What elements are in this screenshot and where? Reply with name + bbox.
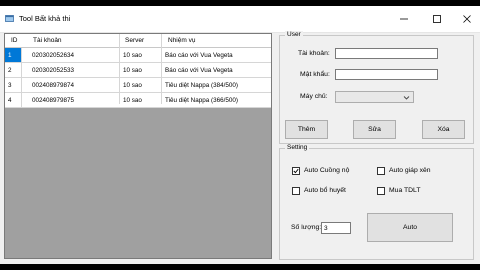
mua-tdlt-checkbox[interactable] xyxy=(377,187,385,195)
auto-bo-huyet-checkbox[interactable] xyxy=(292,187,300,195)
column-divider xyxy=(161,34,162,104)
table-row[interactable]: 3 002408979874 10 sao Tiêu diệt Nappa (3… xyxy=(5,78,271,93)
row-header[interactable]: 1 xyxy=(5,48,22,62)
checkmark-icon xyxy=(293,168,299,174)
auto-button[interactable]: Auto xyxy=(367,213,453,242)
table-row[interactable]: 4 002408979875 10 sao Tiêu diệt Nappa (3… xyxy=(5,93,271,108)
mua-tdlt-label[interactable]: Mua TDLT xyxy=(389,187,420,194)
password-label: Mật khẩu: xyxy=(300,71,330,78)
edit-button[interactable]: Sửa xyxy=(353,120,396,139)
column-header-account[interactable]: Tài khoản xyxy=(33,37,62,44)
cell-task: Tiêu diệt Nappa (366/500) xyxy=(165,97,238,104)
grid-header: ID Tài khoản Server Nhiệm vụ xyxy=(5,34,271,48)
delete-button[interactable]: Xóa xyxy=(422,120,465,139)
column-header-id[interactable]: ID xyxy=(11,37,18,44)
cell-id: 2 xyxy=(8,67,12,74)
cell-task: Tiêu diệt Nappa (384/500) xyxy=(165,82,238,89)
window-title: Tool Bất khả thi xyxy=(19,14,71,23)
cell-id: 3 xyxy=(8,82,12,89)
app-window: Tool Bất khả thi ID Tài khoản Server Nhi… xyxy=(0,6,480,264)
cell-server: 10 sao xyxy=(123,67,142,74)
quantity-label: Số lượng: xyxy=(291,224,322,231)
setting-group-title: Setting xyxy=(285,144,310,151)
maximize-button[interactable] xyxy=(422,6,452,32)
title-bar[interactable]: Tool Bất khả thi xyxy=(0,6,480,33)
column-header-task[interactable]: Nhiệm vụ xyxy=(168,37,195,44)
row-header[interactable]: 3 xyxy=(5,78,22,92)
cell-account: 020302052634 xyxy=(32,52,75,59)
accounts-grid[interactable]: ID Tài khoản Server Nhiệm vụ 1 020302052… xyxy=(4,33,272,259)
auto-bo-huyet-label[interactable]: Auto bổ huyết xyxy=(304,187,346,194)
cell-server: 10 sao xyxy=(123,82,142,89)
add-button-label: Thêm xyxy=(297,126,316,133)
auto-cuong-no-label[interactable]: Auto Cuồng nộ xyxy=(304,167,349,174)
close-icon xyxy=(463,15,471,23)
delete-button-label: Xóa xyxy=(437,126,450,133)
row-header[interactable]: 4 xyxy=(5,93,22,107)
column-header-server[interactable]: Server xyxy=(125,37,144,44)
cell-task: Báo cáo với Vua Vegeta xyxy=(165,52,233,59)
column-divider xyxy=(119,34,120,104)
edit-button-label: Sửa xyxy=(368,126,381,133)
cell-account: 020302052533 xyxy=(32,67,75,74)
auto-button-label: Auto xyxy=(403,224,417,231)
password-input[interactable] xyxy=(335,69,438,80)
table-row[interactable]: 2 020302052533 10 sao Báo cáo với Vua Ve… xyxy=(5,63,271,78)
quantity-input[interactable] xyxy=(321,222,351,234)
setting-group: Setting Auto Cuồng nộ Auto giáp xên Auto… xyxy=(279,144,474,260)
cell-account: 002408979874 xyxy=(32,82,75,89)
account-input[interactable] xyxy=(335,48,438,59)
cell-id: 1 xyxy=(8,52,12,59)
server-select[interactable] xyxy=(335,91,414,103)
auto-giap-xen-label[interactable]: Auto giáp xên xyxy=(389,167,431,174)
close-button[interactable] xyxy=(452,6,480,32)
table-row[interactable]: 1 020302052634 10 sao Báo cáo với Vua Ve… xyxy=(5,48,271,63)
server-label: Máy chủ: xyxy=(300,93,328,100)
cell-task: Báo cáo với Vua Vegeta xyxy=(165,67,233,74)
cell-server: 10 sao xyxy=(123,97,142,104)
minimize-icon xyxy=(400,18,408,20)
add-button[interactable]: Thêm xyxy=(285,120,328,139)
cell-id: 4 xyxy=(8,97,12,104)
app-icon xyxy=(5,15,14,22)
user-group: User Tài khoản: Mật khẩu: Máy chủ: Thêm … xyxy=(279,31,474,144)
cell-server: 10 sao xyxy=(123,52,142,59)
row-header[interactable]: 2 xyxy=(5,63,22,77)
minimize-button[interactable] xyxy=(389,6,419,32)
account-label: Tài khoản: xyxy=(298,50,330,57)
auto-cuong-no-checkbox[interactable] xyxy=(292,167,300,175)
maximize-icon xyxy=(433,15,441,23)
chevron-down-icon xyxy=(403,96,410,100)
user-group-title: User xyxy=(285,31,303,38)
cell-account: 002408979875 xyxy=(32,97,75,104)
auto-giap-xen-checkbox[interactable] xyxy=(377,167,385,175)
